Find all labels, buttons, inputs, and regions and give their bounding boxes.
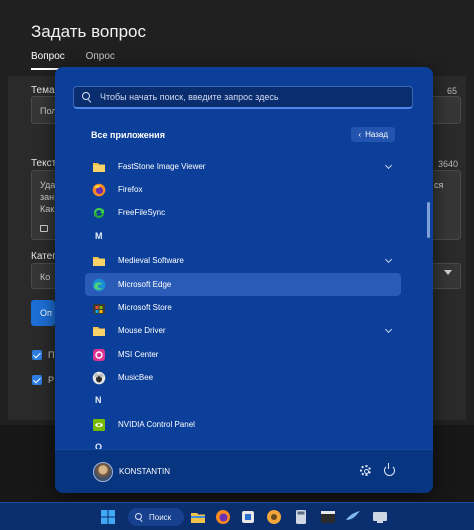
browser-icon[interactable] (345, 509, 361, 525)
calculator-icon[interactable] (293, 509, 309, 525)
folder-icon (92, 254, 106, 268)
app-name: NVIDIA Control Panel (118, 420, 195, 429)
firefox-icon[interactable] (215, 509, 231, 525)
letter-header-m[interactable]: M (95, 231, 103, 241)
topic-label: Тема (31, 85, 55, 96)
app-name: MSI Center (118, 350, 159, 359)
taskbar-search[interactable]: Поиск (128, 508, 184, 526)
start-menu: Чтобы начать поиск, введите запрос здесь… (55, 67, 433, 493)
sync-icon (92, 206, 106, 220)
app-item-mouse-driver[interactable]: Mouse Driver (85, 319, 401, 342)
app-name: Firefox (118, 185, 143, 194)
start-search-input[interactable]: Чтобы начать поиск, введите запрос здесь (73, 86, 413, 109)
app-item-medieval-software[interactable]: Medieval Software (85, 249, 401, 272)
avatar[interactable] (93, 462, 113, 482)
letter-header-n[interactable]: N (95, 395, 102, 405)
network-icon[interactable] (372, 509, 388, 525)
checkbox-2[interactable] (32, 375, 42, 385)
app-item-microsoft-store[interactable]: Microsoft Store (85, 296, 401, 319)
app-icon-2[interactable] (266, 509, 282, 525)
video-icon[interactable] (320, 509, 336, 525)
taskbar: Поиск (0, 502, 474, 530)
app-name: Mouse Driver (118, 326, 166, 335)
chevron-down-icon[interactable] (384, 161, 393, 170)
text-line-1: Уда (40, 180, 56, 190)
text-line-2: зан (40, 192, 55, 202)
text-counter: 3640 (438, 159, 459, 169)
search-icon (82, 92, 92, 102)
power-icon[interactable] (384, 463, 395, 476)
back-button-label: Назад (365, 130, 388, 139)
windows-start-icon[interactable] (100, 509, 116, 525)
edge-icon (92, 278, 106, 292)
submit-button[interactable]: Оп (31, 300, 55, 326)
nvidia-icon (92, 418, 106, 432)
image-icon[interactable] (40, 225, 48, 232)
tab-poll[interactable]: Опрос (86, 51, 115, 68)
app-name: FastStone Image Viewer (118, 162, 206, 171)
category-label: Катег (31, 251, 56, 262)
checkbox-2-label: Р (48, 375, 55, 385)
category-value: Ко (40, 272, 51, 282)
search-icon (135, 512, 144, 522)
app-name: Medieval Software (118, 256, 184, 265)
text-label: Текст (31, 158, 57, 169)
scrollbar[interactable] (427, 202, 430, 238)
store-icon (92, 301, 106, 315)
app-name: MusicBee (118, 373, 154, 382)
start-menu-footer: KONSTANTIN (55, 449, 433, 493)
app-name: FreeFileSync (118, 208, 166, 217)
all-apps-header: Все приложения (91, 130, 165, 140)
search-placeholder: Чтобы начать поиск, введите запрос здесь (100, 92, 279, 102)
checkbox-1-label: П (48, 350, 55, 360)
app-item-faststone[interactable]: FastStone Image Viewer (85, 155, 401, 178)
text-line-3: Как (40, 204, 55, 214)
app-item-nvidia-control-panel[interactable]: NVIDIA Control Panel (85, 413, 401, 436)
app-name: Microsoft Edge (118, 280, 172, 289)
app-item-freefilesync[interactable]: FreeFileSync (85, 201, 401, 224)
msi-icon (92, 348, 106, 362)
musicbee-icon (92, 371, 106, 385)
chevron-down-icon[interactable] (384, 255, 393, 264)
app-item-microsoft-edge[interactable]: Microsoft Edge (85, 273, 401, 296)
firefox-icon (92, 183, 106, 197)
app-item-firefox[interactable]: Firefox (85, 178, 401, 201)
file-explorer-icon[interactable] (190, 509, 206, 525)
app-item-musicbee[interactable]: MusicBee (85, 366, 401, 389)
chevron-down-icon[interactable] (384, 325, 393, 334)
submit-button-label: Оп (40, 308, 52, 318)
taskbar-search-label: Поиск (149, 512, 172, 522)
app-item-msi-center[interactable]: MSI Center (85, 343, 401, 366)
app-icon[interactable] (240, 509, 256, 525)
text-fragment-right: ся (434, 180, 444, 190)
chevron-left-icon: ‹ (358, 130, 362, 139)
app-name: Microsoft Store (118, 303, 172, 312)
gear-icon[interactable] (360, 465, 371, 476)
chevron-down-icon (444, 270, 452, 275)
folder-icon (92, 324, 106, 338)
user-name[interactable]: KONSTANTIN (119, 467, 170, 476)
page-title: Задать вопрос (31, 22, 146, 41)
back-button[interactable]: ‹ Назад (351, 127, 395, 142)
folder-icon (92, 160, 106, 174)
topic-counter: 65 (447, 86, 458, 96)
checkbox-1[interactable] (32, 350, 42, 360)
